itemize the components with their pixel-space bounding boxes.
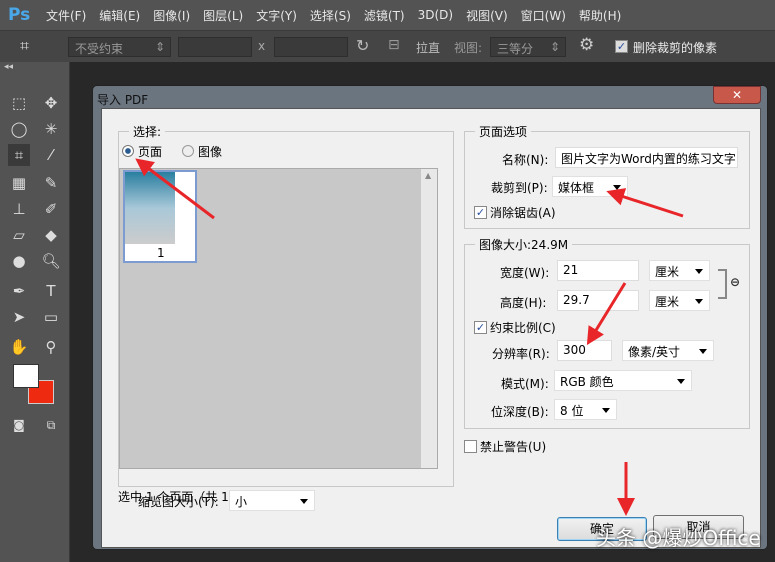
- arrow-to-resolution: [586, 282, 627, 346]
- arrow-to-crop-select: [606, 188, 684, 218]
- watermark: 头条 @爆炒Office: [596, 526, 761, 550]
- arrow-to-page-radio: [135, 158, 215, 220]
- annotation-arrows: [135, 158, 684, 516]
